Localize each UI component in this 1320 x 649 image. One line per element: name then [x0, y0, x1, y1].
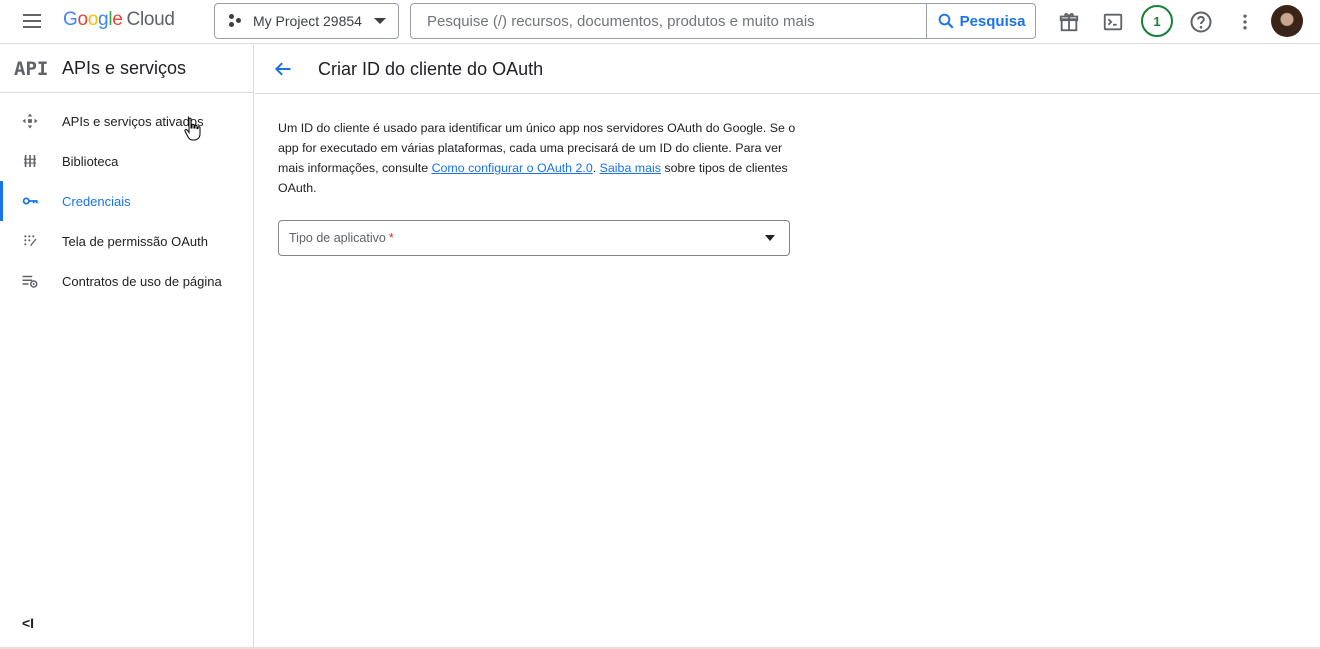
sidebar-item-label: Biblioteca — [62, 153, 119, 169]
api-logo: API — [14, 57, 49, 80]
application-type-label: Tipo de aplicativo — [289, 231, 386, 245]
key-icon — [20, 191, 40, 211]
search-button-label: Pesquisa — [959, 12, 1026, 30]
more-vert-icon[interactable] — [1231, 8, 1259, 36]
oauth-setup-link[interactable]: Como configurar o OAuth 2.0 — [432, 161, 593, 175]
description-text: . — [592, 161, 600, 175]
main-content: Criar ID do cliente do OAuth Um ID do cl… — [255, 45, 1320, 649]
sidebar-item-library[interactable]: Biblioteca — [0, 141, 253, 181]
sidebar-title: APIs e serviços — [62, 58, 187, 78]
sidebar-header: API APIs e serviços — [0, 45, 253, 93]
application-type-select[interactable]: Tipo de aplicativo * — [278, 220, 790, 256]
page-usage-settings-icon — [20, 271, 40, 291]
project-picker[interactable]: My Project 29854 — [214, 3, 399, 39]
sidebar-item-page-usage[interactable]: Contratos de uso de página — [0, 261, 253, 301]
search-button[interactable]: Pesquisa — [926, 4, 1035, 38]
consent-screen-icon — [20, 231, 40, 251]
menu-icon[interactable] — [20, 11, 44, 33]
sidebar: API APIs e serviços APIs e serviços ativ… — [0, 45, 254, 649]
dropdown-arrow-icon — [765, 235, 775, 241]
search-input[interactable] — [411, 4, 926, 38]
sidebar-item-credentials[interactable]: Credenciais — [0, 181, 253, 221]
account-avatar[interactable] — [1271, 5, 1303, 37]
page-header: Criar ID do cliente do OAuth — [255, 45, 1320, 94]
project-icon — [227, 13, 243, 29]
chevron-down-icon — [374, 18, 386, 24]
google-cloud-logo[interactable]: Google Cloud — [63, 9, 175, 31]
sidebar-item-apis-services[interactable]: APIs e serviços ativados — [0, 101, 253, 141]
sidebar-nav: APIs e serviços ativados Biblioteca Cred… — [0, 101, 253, 301]
search-bar: Pesquisa — [410, 3, 1036, 39]
learn-more-link[interactable]: Saiba mais — [600, 161, 661, 175]
notifications-badge[interactable]: 1 — [1141, 5, 1173, 37]
sidebar-item-label: Tela de permissão OAuth — [62, 233, 208, 249]
sidebar-item-label: Credenciais — [62, 193, 131, 209]
collapse-sidebar-button[interactable]: <I — [22, 615, 34, 631]
sidebar-item-label: APIs e serviços ativados — [62, 113, 204, 129]
apis-services-icon — [20, 111, 40, 131]
description: Um ID do cliente é usado para identifica… — [278, 118, 798, 198]
terminal-icon[interactable] — [1099, 8, 1127, 36]
library-icon — [20, 151, 40, 171]
project-name: My Project 29854 — [253, 13, 362, 29]
gift-icon[interactable] — [1055, 8, 1083, 36]
sidebar-item-oauth-consent[interactable]: Tela de permissão OAuth — [0, 221, 253, 261]
top-bar: GoogleCloud My Project 29854 Pesquisa 1 — [0, 0, 1320, 44]
help-icon[interactable] — [1187, 8, 1215, 36]
search-icon — [938, 13, 954, 29]
logo-cloud-text: Cloud — [126, 9, 175, 30]
required-mark: * — [388, 231, 394, 245]
back-arrow-icon[interactable] — [271, 57, 295, 81]
page-title: Criar ID do cliente do OAuth — [318, 58, 544, 79]
sidebar-item-label: Contratos de uso de página — [62, 273, 222, 289]
